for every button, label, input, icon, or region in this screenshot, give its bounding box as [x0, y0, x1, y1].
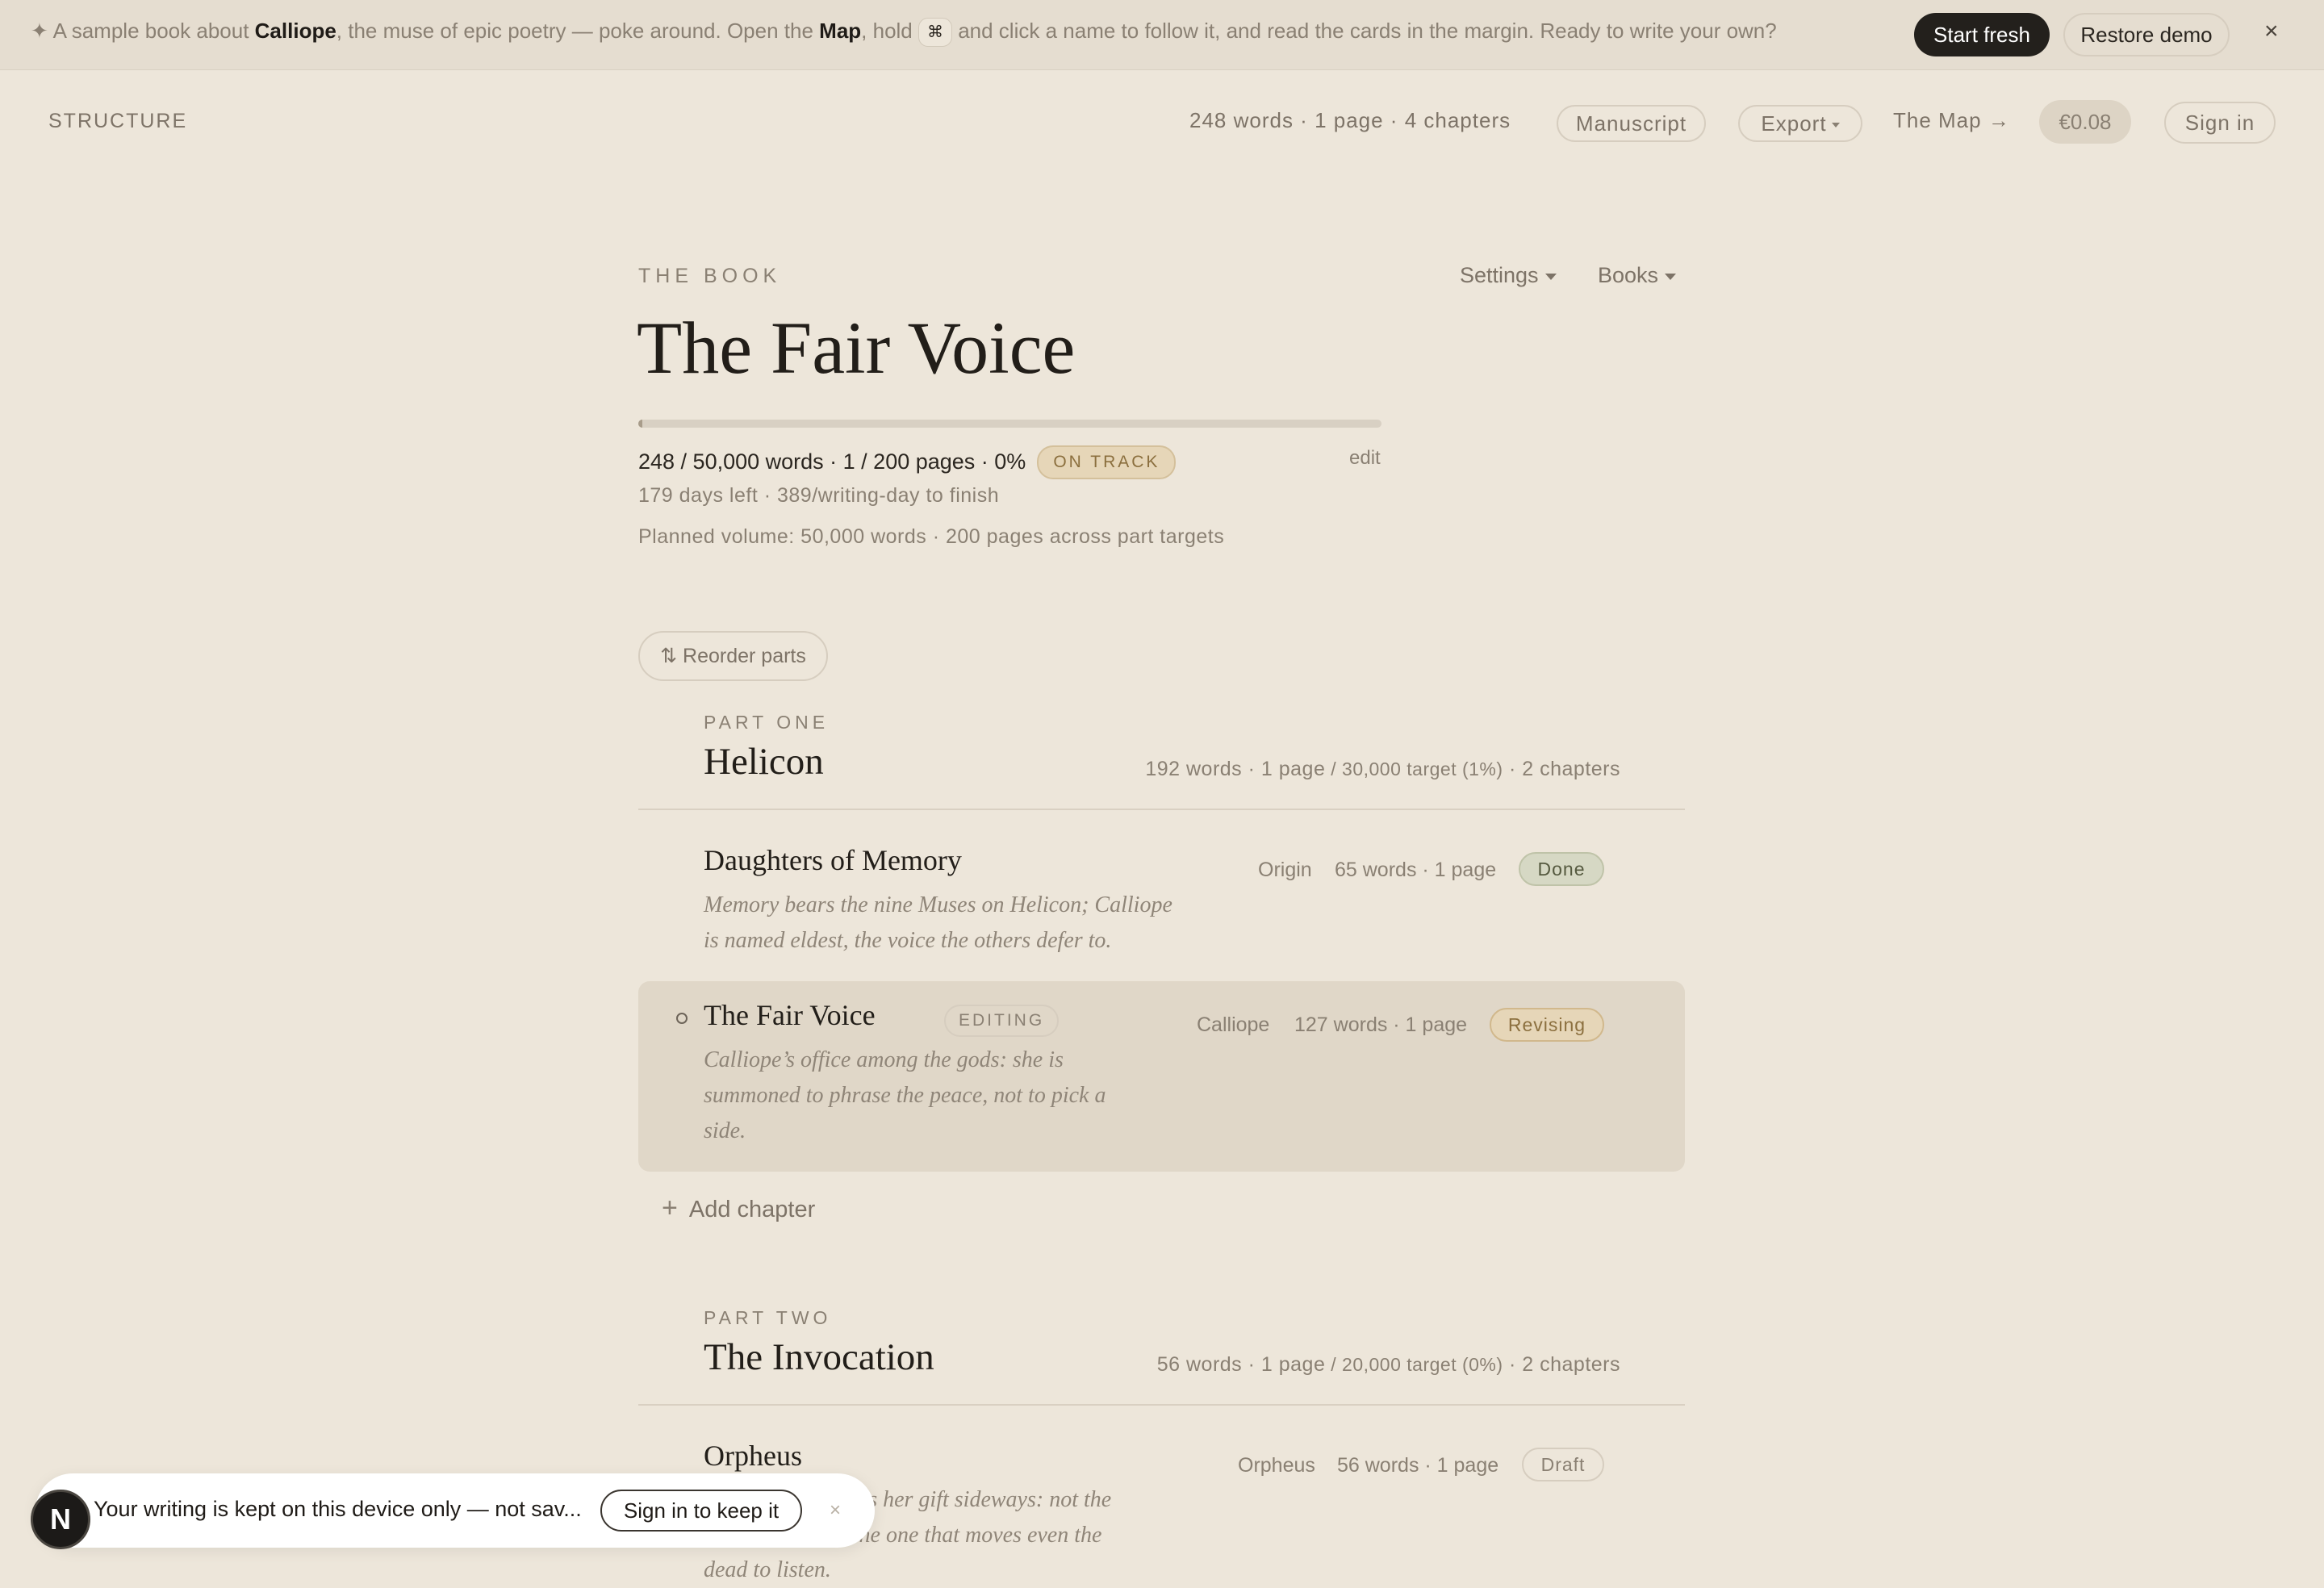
banner-message: ✦ A sample book about Calliope, the muse… [31, 18, 1777, 47]
toast-message: Your writing is kept on this device only… [94, 1497, 582, 1521]
book-progress-stats: 248 / 50,000 words · 1 / 200 pages · 0% O… [638, 445, 1177, 479]
book-progress-bar [638, 420, 1381, 428]
part-title[interactable]: The Invocation [704, 1335, 934, 1379]
chapter-meta: 127 words · 1 page [1294, 1013, 1468, 1036]
part-eyebrow: PART TWO [704, 1307, 832, 1328]
part-stats-words: 56 words · 1 page [1156, 1353, 1326, 1376]
part-stats-target: / 30,000 target (1%) [1325, 758, 1503, 779]
chapter-title[interactable]: Daughters of Memory [704, 843, 962, 877]
part-stats-chapters: · 2 chapters [1503, 1353, 1620, 1376]
demo-banner: ✦ A sample book about Calliope, the muse… [0, 0, 2324, 70]
status-badge[interactable]: Revising [1490, 1008, 1604, 1042]
chapter-meta: 65 words · 1 page [1335, 859, 1497, 881]
chapter-title[interactable]: Orpheus [704, 1439, 802, 1473]
manuscript-button[interactable]: Manuscript [1557, 105, 1706, 142]
planned-volume-text: Planned volume: 50,000 words · 200 pages… [638, 525, 1225, 548]
sparkle-icon: ✦ [31, 19, 48, 43]
days-left-text: 179 days left · 389/writing-day to finis… [638, 484, 1000, 507]
start-fresh-button[interactable]: Start fresh [1914, 13, 2050, 56]
chapter-synopsis-line-1: ies her gift sideways: not the [852, 1487, 1112, 1512]
section-label: STRUCTURE [48, 110, 188, 132]
chapter-synopsis-line-3: dead to listen. [704, 1557, 831, 1582]
book-stats: 248 words · 1 page · 4 chapters [1189, 108, 1511, 132]
books-label: Books [1598, 263, 1659, 287]
export-label: Export [1761, 111, 1827, 136]
banner-text-3: , hold [861, 19, 918, 43]
plus-icon: + [662, 1193, 678, 1223]
part-title[interactable]: Helicon [704, 740, 824, 784]
part-stats-target: / 20,000 target (0%) [1325, 1354, 1503, 1375]
edit-target-link[interactable]: edit [1349, 447, 1381, 470]
chapter-pov[interactable]: Calliope [1197, 1013, 1269, 1037]
banner-text-2: , the muse of epic poetry — poke around.… [336, 19, 820, 43]
part-stats: 56 words · 1 page / 20,000 target (0%) ·… [1157, 1353, 1620, 1377]
chapter-meta: 56 words · 1 page [1337, 1454, 1499, 1477]
part-divider [638, 809, 1685, 810]
status-badge[interactable]: Draft [1522, 1448, 1604, 1481]
current-chapter-icon [676, 1013, 688, 1024]
close-icon[interactable]: × [830, 1499, 841, 1522]
banner-calliope: Calliope [254, 19, 336, 43]
part-eyebrow: PART ONE [704, 712, 830, 733]
command-key-icon: ⌘ [917, 18, 952, 47]
editing-tag: EDITING [944, 1005, 1060, 1037]
chevron-down-icon [1831, 123, 1840, 128]
progress-text: 248 / 50,000 words · 1 / 200 pages · 0% [638, 449, 1026, 474]
book-progress-fill [638, 420, 642, 428]
the-map-link[interactable]: The Map → [1893, 108, 2010, 133]
sign-in-button[interactable]: Sign in [2164, 102, 2276, 144]
part-stats: 192 words · 1 page / 30,000 target (1%) … [1145, 758, 1620, 781]
banner-map: Map [819, 19, 862, 43]
chapter-pov[interactable]: Origin [1258, 859, 1312, 882]
on-track-badge: ON TRACK [1037, 445, 1177, 479]
chevron-down-icon [1544, 273, 1557, 280]
part-stats-chapters: · 2 chapters [1503, 758, 1620, 780]
chapter-synopsis: Memory bears the nine Muses on Helicon; … [704, 892, 1172, 953]
add-chapter-button[interactable]: + Add chapter [662, 1193, 815, 1224]
banner-text-4: and click a name to follow it, and read … [951, 19, 1777, 43]
price-badge[interactable]: €0.08 [2039, 100, 2131, 144]
app-avatar[interactable]: N [31, 1490, 90, 1549]
book-eyebrow: THE BOOK [638, 265, 782, 287]
banner-text-1: A sample book about [52, 19, 255, 43]
add-chapter-label: Add chapter [688, 1197, 816, 1222]
chevron-down-icon [1665, 273, 1677, 280]
sign-in-to-keep-button[interactable]: Sign in to keep it [600, 1490, 802, 1532]
part-stats-words: 192 words · 1 page [1145, 758, 1326, 780]
settings-menu[interactable]: Settings [1460, 263, 1557, 288]
chapter-title[interactable]: The Fair Voice [704, 998, 876, 1032]
settings-label: Settings [1460, 263, 1539, 287]
part-divider [638, 1404, 1685, 1406]
book-title[interactable]: The Fair Voice [637, 305, 1075, 391]
books-menu[interactable]: Books [1598, 263, 1677, 288]
restore-demo-button[interactable]: Restore demo [2063, 13, 2230, 56]
close-icon[interactable]: × [2264, 18, 2279, 45]
export-button[interactable]: Export [1738, 105, 1862, 142]
chapter-pov[interactable]: Orpheus [1238, 1454, 1315, 1477]
reorder-parts-button[interactable]: ⇅ Reorder parts [638, 631, 828, 681]
chapter-synopsis: Calliope’s office among the gods: she is… [704, 1047, 1106, 1143]
status-badge[interactable]: Done [1519, 852, 1604, 886]
